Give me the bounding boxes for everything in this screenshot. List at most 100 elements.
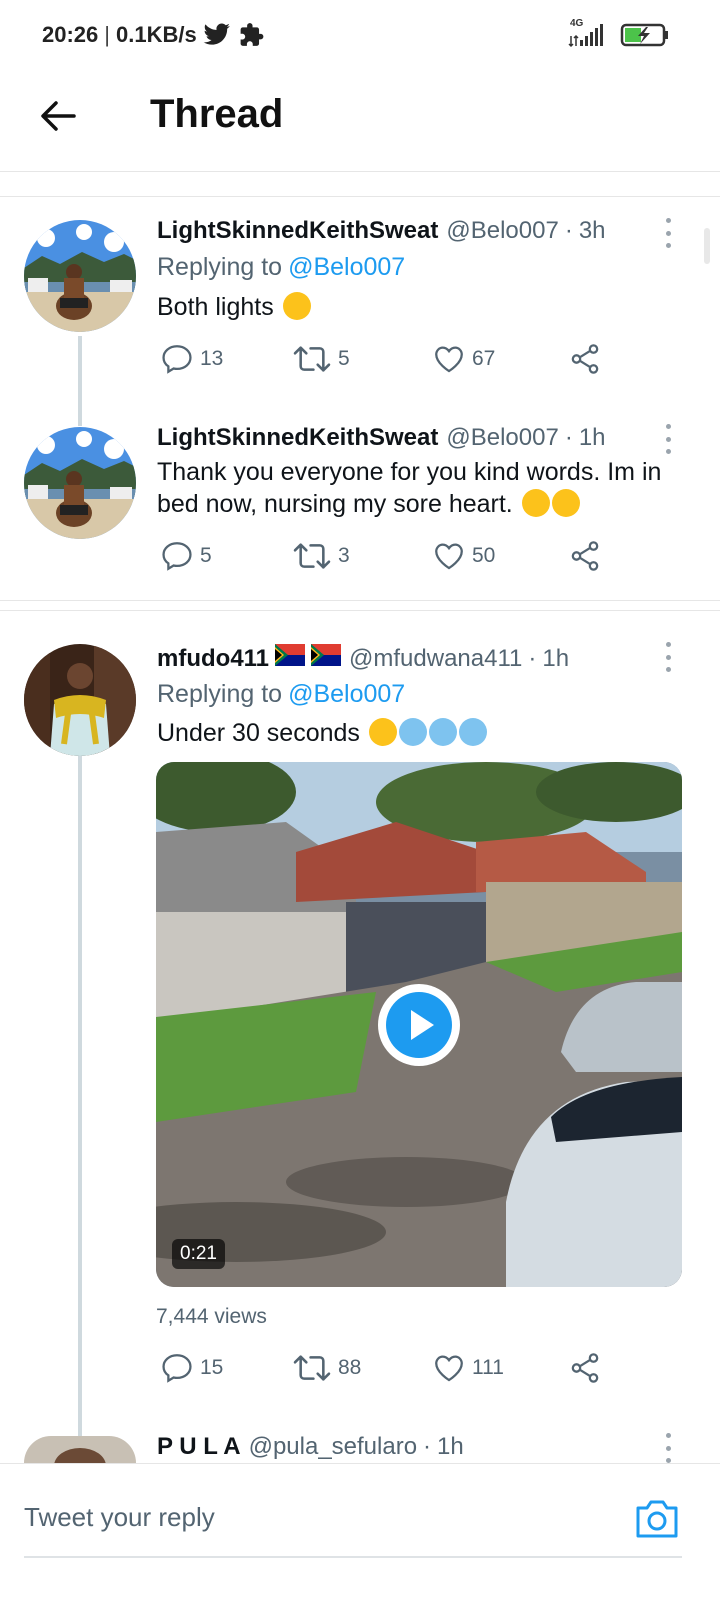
reply-icon: [162, 1354, 192, 1383]
arrow-left-icon: [41, 101, 76, 131]
twitter-icon: [203, 23, 230, 45]
reply-button[interactable]: 13: [160, 342, 223, 376]
mention-link[interactable]: @Belo007: [288, 680, 405, 708]
author-handle[interactable]: @Belo007: [446, 424, 558, 452]
like-button[interactable]: 67: [432, 342, 495, 376]
sweat-smile-emoji-icon: [551, 489, 580, 517]
retweet-icon: [293, 346, 331, 372]
more-options-button[interactable]: [662, 218, 674, 248]
tweet-time: 3h: [578, 217, 606, 244]
tweet-header: P U L A @pula_sefularo · 1h: [157, 1433, 464, 1461]
replying-to: Replying to @Belo007: [157, 253, 405, 282]
retweet-icon: [293, 1355, 331, 1381]
thread-line: [78, 756, 82, 1436]
section-divider: [0, 600, 720, 601]
avatar[interactable]: [24, 1436, 136, 1463]
replying-label: Replying to: [157, 680, 283, 708]
author-name[interactable]: LightSkinnedKeithSweat: [157, 424, 438, 452]
sad-emoji-icon: [521, 489, 550, 517]
scrollbar[interactable]: [704, 228, 710, 264]
reply-button[interactable]: 5: [160, 539, 212, 573]
tweet-text: Under 30 seconds: [157, 717, 677, 749]
puzzle-icon: [240, 23, 264, 46]
tweet-time: 1h: [578, 424, 606, 451]
more-options-button[interactable]: [662, 642, 674, 672]
status-separator: |: [104, 22, 110, 47]
video-player[interactable]: 0:21: [156, 762, 682, 1287]
tweet-actions: 13 5 67: [160, 342, 620, 382]
network-label: 4G: [570, 18, 584, 29]
separator-dot: ·: [528, 645, 537, 672]
like-count: 67: [472, 347, 496, 370]
facepalm-emoji-icon: [458, 718, 487, 746]
section-divider: [0, 610, 720, 611]
back-button[interactable]: [36, 94, 80, 138]
more-options-button[interactable]: [662, 424, 674, 454]
like-count: 50: [472, 544, 496, 567]
separator-dot: ·: [564, 424, 573, 451]
author-handle[interactable]: @mfudwana411: [349, 645, 522, 673]
replying-label: Replying to: [157, 253, 283, 281]
reply-count: 5: [200, 544, 212, 567]
tweet-text-content: Under 30 seconds: [157, 719, 360, 747]
video-duration: 0:21: [172, 1239, 225, 1269]
tweet-actions: 5 3 50: [160, 539, 620, 579]
retweet-icon: [293, 543, 331, 569]
share-button[interactable]: [568, 539, 602, 573]
like-button[interactable]: 111: [432, 1351, 504, 1385]
avatar[interactable]: [24, 220, 136, 332]
like-button[interactable]: 50: [432, 539, 495, 573]
page-title: Thread: [150, 92, 284, 136]
more-options-button[interactable]: [662, 1433, 674, 1463]
reply-composer: Tweet your reply: [0, 1463, 720, 1600]
reply-icon: [162, 542, 192, 571]
tweet-header: mfudo411 @mfudwana411 · 1h: [157, 644, 569, 673]
flushed-emoji-icon: [368, 718, 397, 746]
author-handle[interactable]: @Belo007: [446, 217, 558, 245]
reply-input[interactable]: Tweet your reply: [24, 1502, 215, 1533]
avatar[interactable]: [24, 644, 136, 756]
section-divider: [0, 196, 720, 197]
author-name[interactable]: P U L A: [157, 1433, 241, 1461]
author-name[interactable]: LightSkinnedKeithSweat: [157, 217, 438, 245]
status-time: 20:26: [42, 22, 99, 47]
retweet-count: 88: [338, 1356, 362, 1379]
separator-dot: ·: [423, 1433, 432, 1460]
tweet-actions: 15 88 111: [160, 1351, 620, 1391]
play-button[interactable]: [378, 984, 460, 1066]
reply-button[interactable]: 15: [160, 1351, 223, 1385]
author-name[interactable]: mfudo411: [157, 645, 269, 673]
retweet-button[interactable]: 3: [292, 539, 350, 573]
retweet-button[interactable]: 5: [292, 342, 350, 376]
status-bar: 20:26 | 0.1KB/s 4G: [0, 0, 720, 72]
like-count: 111: [472, 1356, 504, 1379]
tweet-text-content: Thank you everyone for you kind words. I…: [157, 458, 662, 518]
tweet-header: LightSkinnedKeithSweat @Belo007 · 3h: [157, 217, 606, 245]
author-handle[interactable]: @pula_sefularo: [249, 1433, 417, 1461]
share-button[interactable]: [568, 342, 602, 376]
avatar[interactable]: [24, 427, 136, 539]
heart-icon: [435, 1355, 463, 1382]
status-left: 20:26 | 0.1KB/s: [42, 22, 265, 48]
replying-to: Replying to @Belo007: [157, 680, 405, 709]
mention-link[interactable]: @Belo007: [288, 253, 405, 281]
retweet-count: 3: [338, 544, 350, 567]
reply-input-underline: [24, 1556, 682, 1558]
play-icon: [386, 992, 452, 1058]
signal-indicator: 4G: [568, 18, 608, 48]
camera-button[interactable]: [634, 1496, 680, 1540]
south-africa-flag-icon: [275, 644, 306, 666]
reply-count: 13: [200, 347, 224, 370]
battery-icon: [620, 23, 668, 47]
tweet-text-content: Both lights: [157, 293, 274, 321]
tweet-text: Thank you everyone for you kind words. I…: [157, 456, 667, 520]
retweet-button[interactable]: 88: [292, 1351, 361, 1385]
crying-emoji-icon: [282, 292, 311, 320]
share-button[interactable]: [568, 1351, 602, 1385]
retweet-count: 5: [338, 347, 350, 370]
status-speed: 0.1KB/s: [116, 22, 197, 47]
tweet-time: 1h: [437, 1433, 464, 1460]
tweet-time: 1h: [542, 645, 570, 672]
thread-line: [78, 336, 82, 426]
share-icon: [571, 344, 599, 374]
